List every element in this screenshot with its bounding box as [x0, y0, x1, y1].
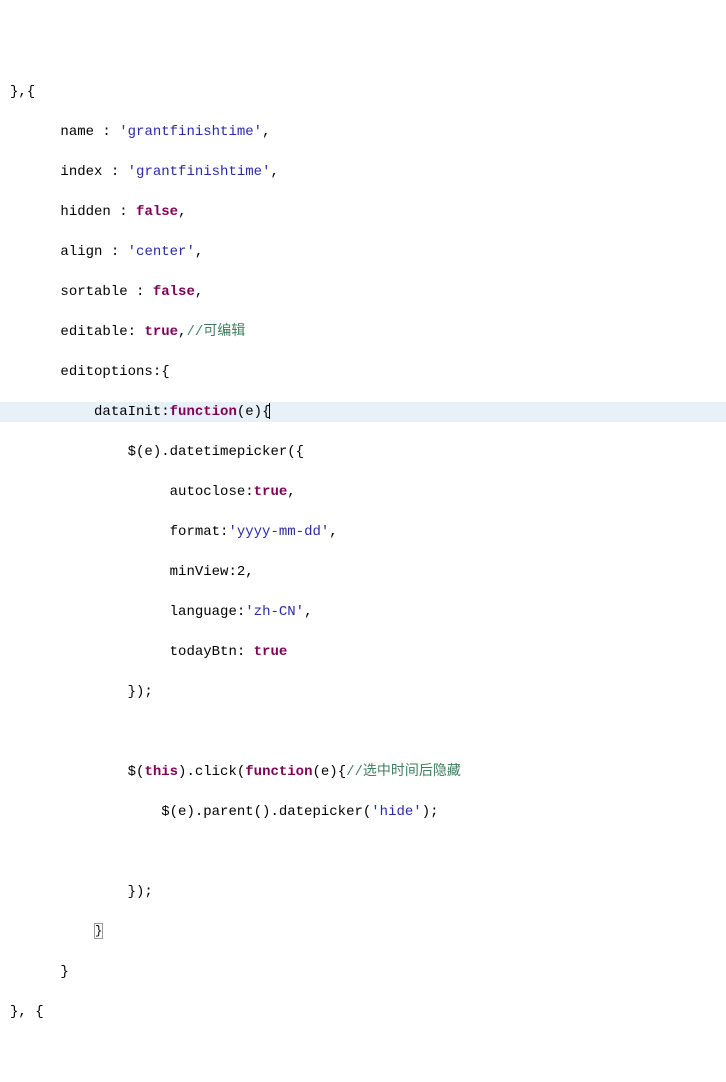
boolean-literal: true [254, 644, 288, 660]
code-text: editoptions:{ [60, 364, 169, 380]
code-line[interactable]: $(e).parent().datepicker('hide'); [10, 802, 726, 822]
string-literal: 'yyyy-mm-dd' [228, 524, 329, 540]
code-text: , [178, 204, 186, 220]
code-text: minView:2, [170, 564, 254, 580]
text-cursor [269, 403, 270, 419]
code-line[interactable]: align : 'center', [10, 242, 726, 262]
code-text: , [195, 244, 203, 260]
string-literal: 'center' [128, 244, 195, 260]
code-text: , [195, 284, 203, 300]
code-line[interactable] [10, 722, 726, 742]
code-text: , [270, 164, 278, 180]
code-line[interactable]: }, { [10, 1002, 726, 1022]
code-text: , [304, 604, 312, 620]
code-text: align : [60, 244, 127, 260]
code-line[interactable]: todayBtn: true [10, 642, 726, 662]
code-text: editable: [60, 324, 144, 340]
code-line[interactable]: $(e).datetimepicker({ [10, 442, 726, 462]
keyword: function [245, 764, 312, 780]
code-line[interactable]: minView:2, [10, 562, 726, 582]
code-line[interactable]: } [10, 962, 726, 982]
boolean-literal: true [144, 324, 178, 340]
code-text: $( [128, 764, 145, 780]
code-text: }); [128, 684, 153, 700]
string-literal: 'zh-CN' [245, 604, 304, 620]
code-line[interactable]: } [10, 922, 726, 942]
code-text: , [329, 524, 337, 540]
code-text: , [287, 484, 295, 500]
code-line[interactable]: index : 'grantfinishtime', [10, 162, 726, 182]
code-text: }); [128, 884, 153, 900]
keyword: this [144, 764, 178, 780]
string-literal: 'grantfinishtime' [119, 124, 262, 140]
string-literal: 'hide' [371, 804, 421, 820]
code-text: $(e).datetimepicker({ [128, 444, 304, 460]
code-line[interactable]: editoptions:{ [10, 362, 726, 382]
code-text: language: [170, 604, 246, 620]
code-text: , [262, 124, 270, 140]
code-text: autoclose: [170, 484, 254, 500]
code-line[interactable]: hidden : false, [10, 202, 726, 222]
code-text: todayBtn: [170, 644, 254, 660]
code-line[interactable]: autoclose:true, [10, 482, 726, 502]
code-line-highlighted[interactable]: dataInit:function(e){ [0, 402, 726, 422]
bracket-match-box: } [94, 923, 103, 939]
code-line[interactable] [10, 842, 726, 862]
string-literal: 'grantfinishtime' [128, 164, 271, 180]
code-line[interactable]: format:'yyyy-mm-dd', [10, 522, 726, 542]
code-text: index : [60, 164, 127, 180]
code-line[interactable]: language:'zh-CN', [10, 602, 726, 622]
code-text: sortable : [60, 284, 152, 300]
code-text: },{ [10, 84, 35, 100]
code-text: (e){ [312, 764, 346, 780]
code-text: (e){ [237, 404, 271, 420]
code-text: hidden : [60, 204, 136, 220]
code-text: } [60, 964, 68, 980]
code-line[interactable]: sortable : false, [10, 282, 726, 302]
code-line[interactable]: editable: true,//可编辑 [10, 322, 726, 342]
comment: //可编辑 [186, 324, 245, 340]
keyword: function [170, 404, 237, 420]
code-text: ); [422, 804, 439, 820]
code-line[interactable]: },{ [10, 82, 726, 102]
code-line[interactable]: name : 'grantfinishtime', [10, 122, 726, 142]
code-text: dataInit: [94, 404, 170, 420]
code-text: format: [170, 524, 229, 540]
boolean-literal: false [136, 204, 178, 220]
code-line[interactable]: }); [10, 682, 726, 702]
comment: //选中时间后隐藏 [346, 764, 461, 780]
code-text: ).click( [178, 764, 245, 780]
boolean-literal: false [153, 284, 195, 300]
code-text: name : [60, 124, 119, 140]
boolean-literal: true [254, 484, 288, 500]
code-text: }, { [10, 1004, 44, 1020]
code-line[interactable]: }); [10, 882, 726, 902]
code-line[interactable]: $(this).click(function(e){//选中时间后隐藏 [10, 762, 726, 782]
code-text: $(e).parent().datepicker( [161, 804, 371, 820]
